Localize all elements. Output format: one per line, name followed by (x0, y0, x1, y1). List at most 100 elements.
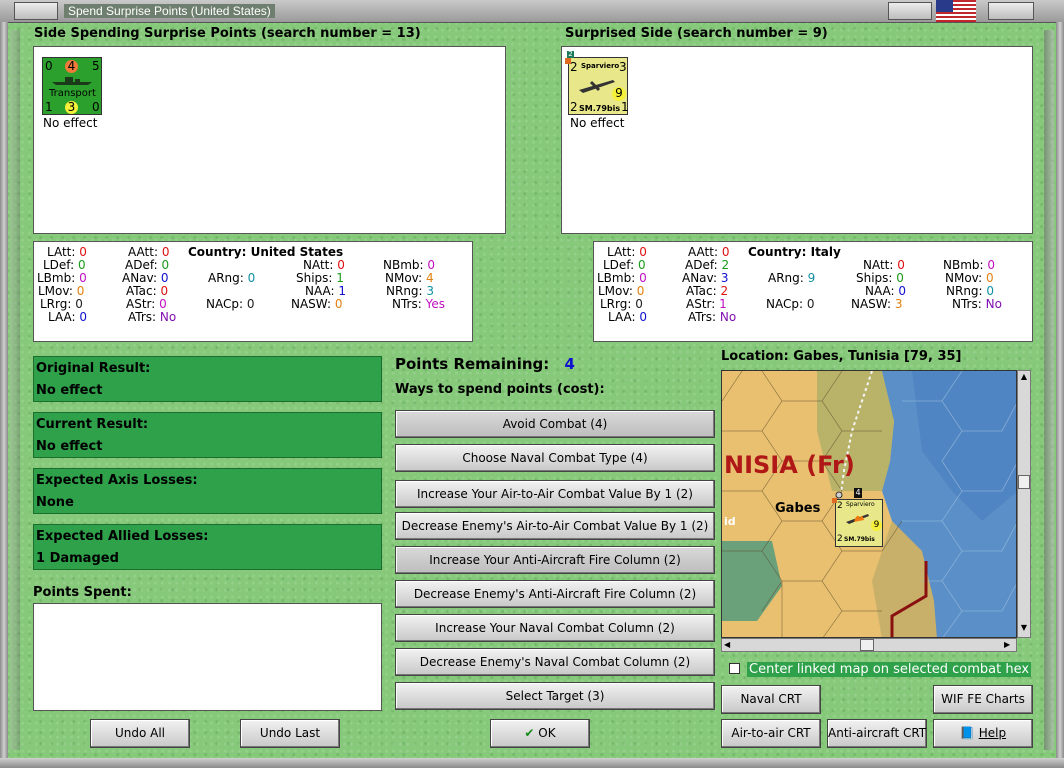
map-unit-flame-icon (844, 510, 870, 529)
current-result-label: Current Result: (36, 417, 149, 432)
option-avoid-combat[interactable]: Avoid Combat (4) (395, 410, 715, 438)
spending-side-header: Side Spending Surprise Points (search nu… (34, 26, 421, 41)
us-stats-panel: LAtt: 0 LDef: 0 LBmb: 0 LMov: 0 LRrg: 0 … (33, 241, 473, 342)
scroll-down-arrow-icon[interactable]: ▼ (1019, 623, 1029, 633)
us-nrng: 3 (426, 284, 435, 298)
undo-all-button[interactable]: Undo All (90, 719, 190, 748)
option-increase-naval-combat[interactable]: Increase Your Naval Combat Column (2) (395, 614, 715, 642)
naval-crt-button[interactable]: Naval CRT (721, 685, 821, 714)
minimize-button[interactable] (888, 2, 932, 20)
unit-top-left: 2 (570, 60, 578, 74)
current-result-value: No effect (36, 439, 103, 454)
us-arng: 0 (247, 271, 256, 285)
us-natt: 0 (337, 258, 345, 272)
us-nasw: 0 (334, 297, 343, 311)
option-choose-naval-combat-type[interactable]: Choose Naval Combat Type (4) (395, 444, 715, 472)
current-result-box: Current Result: No effect (33, 412, 382, 458)
map-vertical-scrollbar[interactable]: ▲ ▼ (1017, 370, 1031, 638)
us-adef: 0 (161, 258, 170, 272)
map-unit-mid: 9 (871, 520, 882, 531)
us-laa: 0 (79, 310, 87, 324)
transport-unit-counter[interactable]: 0 4 5 Transport 1 3 0 (42, 57, 102, 115)
it-country: Italy (810, 245, 841, 259)
option-increase-air-to-air[interactable]: Increase Your Air-to-Air Combat Value By… (395, 480, 715, 508)
checkmark-icon: ✔ (524, 726, 535, 740)
linked-map[interactable]: NISIA (Fr) Gabes id 4 2 Sparviero 9 2 SM… (721, 370, 1017, 638)
unit-bottom-right: 1 (621, 100, 629, 114)
ok-button[interactable]: ✔ OK (490, 719, 590, 748)
map-unit-model: SM.79bis (844, 536, 875, 543)
map-city-label: Gabes (775, 501, 821, 516)
it-nbmb: 0 (987, 258, 996, 272)
it-nacp: 0 (806, 297, 815, 311)
axis-losses-box: Expected Axis Losses: None (33, 468, 382, 514)
us-ships: 1 (336, 271, 344, 285)
unit-mid: 9 (612, 87, 626, 101)
allied-losses-label: Expected Allied Losses: (36, 529, 209, 544)
sm79bis-unit-counter[interactable]: 2 2 Sparviero 3 9 2 SM.79bis 1 (565, 51, 629, 115)
ways-to-spend-label: Ways to spend points (cost): (395, 382, 605, 397)
scroll-right-arrow-icon[interactable]: ▶ (1004, 639, 1014, 651)
us-nacp: 0 (246, 297, 255, 311)
window-frame-left-inner (10, 30, 20, 750)
unit-bottom-right: 0 (92, 100, 100, 114)
map-partial-label: id (724, 515, 736, 528)
map-unit-counter[interactable]: 2 Sparviero 9 2 SM.79bis (832, 498, 883, 547)
map-stack-count: 4 (854, 488, 862, 498)
center-map-label[interactable]: Center linked map on selected combat hex (747, 662, 1032, 677)
map-unit-top-left: 2 (837, 501, 843, 511)
ship-silhouette-icon (51, 74, 93, 89)
maximize-button[interactable] (988, 2, 1034, 20)
points-remaining-value: 4 (564, 355, 575, 373)
option-decrease-enemy-anti-aircraft[interactable]: Decrease Enemy's Anti-Aircraft Fire Colu… (395, 580, 715, 608)
system-menu-button[interactable] (14, 2, 58, 20)
unit-top-mid: 4 (65, 60, 78, 73)
option-decrease-enemy-naval-combat[interactable]: Decrease Enemy's Naval Combat Column (2) (395, 648, 715, 676)
points-spent-list[interactable] (33, 603, 382, 711)
wif-fe-charts-button[interactable]: WIF FE Charts (933, 685, 1033, 714)
us-nmov: 4 (425, 271, 434, 285)
us-flag-icon (936, 0, 976, 22)
us-lrrg: 0 (75, 297, 83, 311)
location-value: Gabes, Tunisia [79, 35] (793, 349, 962, 364)
option-increase-anti-aircraft[interactable]: Increase Your Anti-Aircraft Fire Column … (395, 546, 715, 574)
unit-top-left: 0 (45, 59, 53, 73)
it-atac: 2 (720, 284, 729, 298)
us-lbmb: 0 (79, 271, 87, 285)
it-nrng: 0 (986, 284, 995, 298)
it-natt: 0 (897, 258, 905, 272)
us-country: United States (250, 245, 344, 259)
original-result-box: Original Result: No effect (33, 356, 382, 402)
us-ldef: 0 (77, 258, 86, 272)
anti-aircraft-crt-button[interactable]: Anti-aircraft CRT (827, 719, 927, 748)
it-nmov: 0 (985, 271, 994, 285)
us-atac: 0 (160, 284, 169, 298)
scroll-left-arrow-icon[interactable]: ◀ (724, 639, 734, 651)
it-lrrg: 0 (635, 297, 643, 311)
us-ntrs: Yes (425, 297, 445, 311)
undo-last-button[interactable]: Undo Last (240, 719, 340, 748)
points-spent-label: Points Spent: (33, 585, 132, 600)
points-remaining-label: Points Remaining: (395, 355, 550, 373)
map-horizontal-thumb[interactable] (860, 639, 874, 651)
map-region-label: NISIA (Fr) (724, 451, 855, 479)
air-to-air-crt-button[interactable]: Air-to-air CRT (721, 719, 821, 748)
surprised-side-header: Surprised Side (search number = 9) (565, 26, 828, 41)
it-nasw: 3 (894, 297, 903, 311)
help-button[interactable]: 📘 Help (933, 719, 1033, 748)
map-horizontal-scrollbar[interactable]: ◀ ▶ (721, 638, 1017, 652)
it-ntrs: No (985, 297, 1002, 311)
original-result-label: Original Result: (36, 361, 151, 376)
it-lmov: 0 (636, 284, 645, 298)
map-unit-name: Sparviero (846, 501, 875, 508)
scroll-up-arrow-icon[interactable]: ▲ (1019, 372, 1029, 382)
option-decrease-enemy-air-to-air[interactable]: Decrease Enemy's Air-to-Air Combat Value… (395, 512, 715, 540)
unit-top-right: 5 (92, 59, 100, 73)
us-anav: 0 (160, 271, 169, 285)
axis-losses-label: Expected Axis Losses: (36, 473, 198, 488)
map-vertical-thumb[interactable] (1018, 475, 1030, 489)
option-select-target[interactable]: Select Target (3) (395, 682, 715, 710)
window-frame-right-inner (1044, 30, 1054, 750)
us-aatt: 0 (161, 245, 170, 259)
center-map-checkbox[interactable] (729, 663, 740, 674)
